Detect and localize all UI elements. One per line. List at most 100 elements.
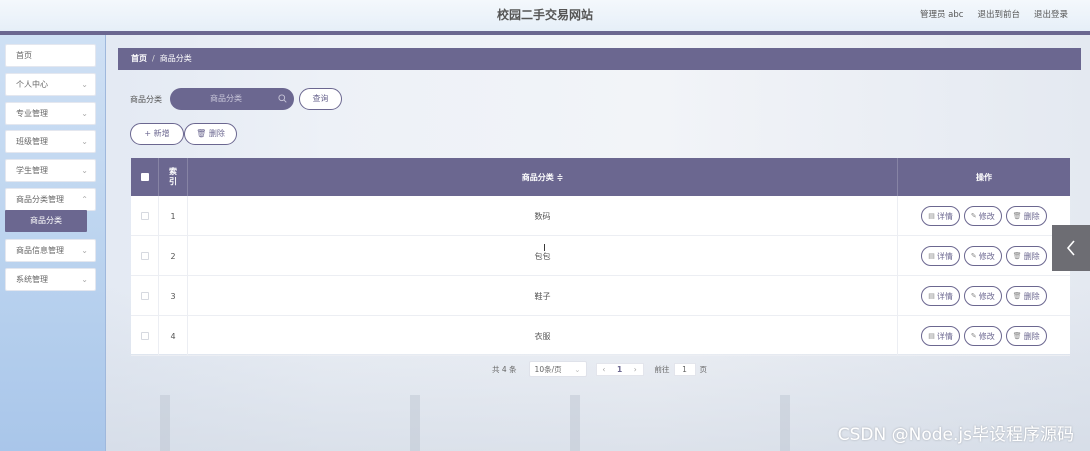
- delete-button[interactable]: 🗑 删除: [1005, 246, 1047, 266]
- edit-button[interactable]: ✎ 修改: [963, 326, 1002, 346]
- text-cursor-icon: I: [543, 243, 546, 254]
- sidebar-item-student-management[interactable]: 学生管理 ⌄: [5, 159, 96, 182]
- pencil-icon: ✎: [970, 332, 977, 340]
- delete-button[interactable]: 🗑 删除: [1005, 286, 1047, 306]
- breadcrumb-home[interactable]: 首页: [131, 54, 147, 63]
- row-actions: ▤ 详情 ✎ 修改 🗑 删除: [898, 236, 1070, 276]
- sidebar-subitem-category[interactable]: 商品分类: [5, 210, 87, 232]
- row-checkbox-cell: [131, 316, 159, 356]
- sidebar-item-class-management[interactable]: 班级管理 ⌄: [5, 130, 96, 153]
- back-to-front-link[interactable]: 退出到前台: [977, 8, 1020, 20]
- search-icon: [278, 94, 287, 103]
- batch-delete-label: 删除: [208, 129, 225, 138]
- row-index: 3: [159, 276, 188, 316]
- page-navigator: ‹ 1 ›: [595, 362, 644, 376]
- sidebar-item-label: 专业管理: [16, 109, 48, 118]
- sidebar-item-label: 学生管理: [16, 166, 48, 175]
- column-header-ops: 操作: [976, 172, 992, 182]
- document-icon: ▤: [928, 252, 935, 260]
- batch-delete-button[interactable]: 🗑 删除: [184, 123, 237, 145]
- edit-label: 修改: [978, 251, 995, 261]
- edit-button[interactable]: ✎ 修改: [963, 206, 1002, 226]
- page-jump: 前往 1 页: [654, 362, 708, 376]
- trash-icon: 🗑: [196, 129, 207, 138]
- sidebar-item-home[interactable]: 首页: [5, 44, 96, 67]
- edit-button[interactable]: ✎ 修改: [963, 286, 1002, 306]
- prev-page-icon[interactable]: ‹: [602, 365, 605, 374]
- row-checkbox[interactable]: [140, 292, 149, 300]
- delete-button[interactable]: 🗑 删除: [1005, 326, 1047, 346]
- collapse-panel-button[interactable]: [1052, 225, 1090, 271]
- page-size-value: 10条/页: [534, 364, 562, 374]
- chevron-down-icon: ⌄: [574, 364, 581, 374]
- select-all-cell: [131, 158, 159, 196]
- row-actions: ▤ 详情 ✎ 修改 🗑 删除: [898, 196, 1070, 236]
- logout-link[interactable]: 退出登录: [1034, 8, 1068, 20]
- goto-label: 前往: [654, 364, 670, 374]
- sidebar-item-system-management[interactable]: 系统管理 ⌄: [5, 268, 96, 291]
- edit-label: 修改: [978, 291, 995, 301]
- chevron-down-icon: ⌄: [81, 137, 88, 146]
- row-actions: ▤ 详情 ✎ 修改 🗑 删除: [898, 316, 1070, 356]
- next-page-icon[interactable]: ›: [634, 365, 637, 374]
- sidebar-item-product-management[interactable]: 商品信息管理 ⌄: [5, 239, 96, 262]
- edit-button[interactable]: ✎ 修改: [963, 246, 1002, 266]
- delete-button[interactable]: 🗑 删除: [1005, 206, 1047, 226]
- detail-label: 详情: [936, 211, 953, 221]
- trash-icon: 🗑: [1012, 332, 1022, 340]
- background-post: [570, 395, 580, 451]
- page-unit-label: 页: [699, 364, 708, 374]
- background-post: [160, 395, 170, 451]
- add-button[interactable]: + 新增: [130, 123, 184, 145]
- goto-page-input[interactable]: 1: [673, 362, 696, 376]
- table-row: 1 数码 ▤ 详情 ✎ 修改 🗑 删除: [131, 196, 1070, 236]
- chevron-down-icon: ⌄: [81, 275, 88, 284]
- sidebar-item-major-management[interactable]: 专业管理 ⌄: [5, 102, 96, 125]
- breadcrumb-current: 商品分类: [159, 54, 192, 63]
- row-checkbox[interactable]: [140, 252, 149, 260]
- detail-label: 详情: [936, 331, 953, 341]
- header-links: 管理员 abc 退出到前台 退出登录: [920, 8, 1068, 20]
- page-size-select[interactable]: 10条/页 ⌄: [528, 361, 587, 377]
- delete-label: 删除: [1023, 291, 1040, 301]
- row-category: 数码: [188, 196, 898, 236]
- search-input[interactable]: 商品分类: [170, 88, 294, 110]
- sidebar-item-category-management[interactable]: 商品分类管理 ⌃: [5, 188, 96, 211]
- row-index: 4: [159, 316, 188, 356]
- search-placeholder: 商品分类: [210, 94, 242, 103]
- chevron-down-icon: ⌄: [81, 166, 88, 175]
- pencil-icon: ✎: [970, 292, 977, 300]
- select-all-checkbox[interactable]: [140, 173, 149, 181]
- document-icon: ▤: [928, 292, 935, 300]
- row-checkbox-cell: [131, 276, 159, 316]
- trash-icon: 🗑: [1012, 212, 1022, 220]
- table-row: 2 包包 ▤ 详情 ✎ 修改 🗑 删除: [131, 236, 1070, 276]
- row-index: 2: [159, 236, 188, 276]
- watermark: CSDN @Node.js毕设程序源码: [837, 425, 1074, 445]
- pencil-icon: ✎: [970, 252, 977, 260]
- breadcrumb: 首页 / 商品分类: [118, 48, 1081, 70]
- sidebar-item-personal-center[interactable]: 个人中心 ⌄: [5, 73, 96, 96]
- column-header-category[interactable]: 商品分类 ≑: [188, 158, 898, 196]
- background-post: [410, 395, 420, 451]
- detail-button[interactable]: ▤ 详情: [921, 246, 960, 266]
- detail-button[interactable]: ▤ 详情: [921, 286, 960, 306]
- row-checkbox[interactable]: [140, 212, 149, 220]
- row-index: 1: [159, 196, 188, 236]
- sidebar-item-label: 商品分类管理: [16, 195, 64, 204]
- document-icon: ▤: [928, 332, 935, 340]
- detail-button[interactable]: ▤ 详情: [921, 326, 960, 346]
- row-actions: ▤ 详情 ✎ 修改 🗑 删除: [898, 276, 1070, 316]
- chevron-up-icon: ⌃: [81, 195, 88, 204]
- query-button[interactable]: 查询: [299, 88, 342, 110]
- detail-label: 详情: [936, 251, 953, 261]
- sidebar-item-label: 个人中心: [16, 80, 48, 89]
- current-page[interactable]: 1: [617, 365, 622, 374]
- table-row: 3 鞋子 ▤ 详情 ✎ 修改 🗑 删除: [131, 276, 1070, 316]
- row-checkbox[interactable]: [140, 332, 149, 340]
- breadcrumb-separator: /: [152, 54, 155, 63]
- header-divider: [0, 31, 1090, 35]
- detail-button[interactable]: ▤ 详情: [921, 206, 960, 226]
- document-icon: ▤: [928, 212, 935, 220]
- trash-icon: 🗑: [1012, 292, 1022, 300]
